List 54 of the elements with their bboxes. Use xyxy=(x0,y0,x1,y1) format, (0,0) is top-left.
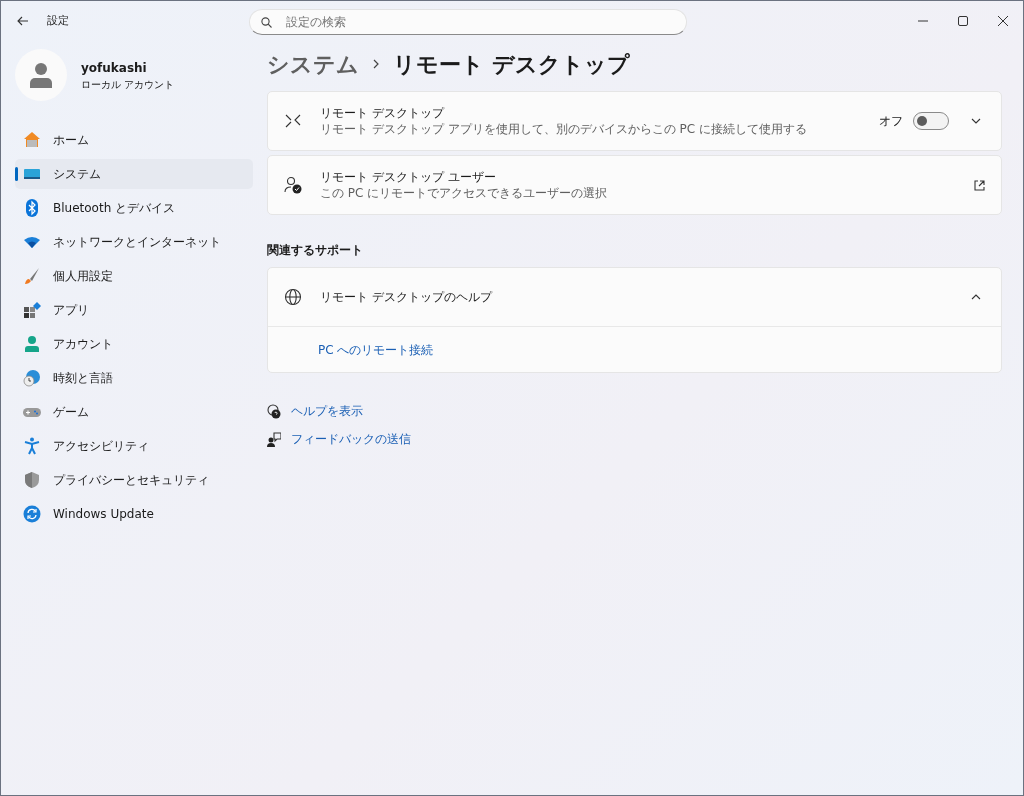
minimize-icon xyxy=(918,20,928,22)
sidebar-item[interactable]: アカウント xyxy=(15,329,253,359)
setting-card[interactable]: リモート デスクトップ リモート デスクトップ アプリを使用して、別のデバイスからこの PC に接続して使用する オフ xyxy=(267,91,1002,151)
setting-description: リモート デスクトップ アプリを使用して、別のデバイスからこの PC に接続して使用する xyxy=(320,122,808,138)
help-icon xyxy=(267,403,281,419)
globe-clock-icon xyxy=(23,369,41,387)
maximize-icon xyxy=(958,16,968,26)
user-check-icon xyxy=(284,176,302,194)
close-icon xyxy=(998,16,1008,26)
footer-link[interactable]: フィードバックの送信 xyxy=(291,430,411,448)
sidebar-item[interactable]: プライバシーとセキュリティ xyxy=(15,465,253,495)
avatar xyxy=(15,49,67,101)
toggle-switch[interactable] xyxy=(913,112,949,130)
paintbrush-icon xyxy=(23,267,41,285)
setting-title: リモート デスクトップ ユーザー xyxy=(320,169,497,187)
page-title: リモート デスクトップ xyxy=(393,50,630,79)
chevron-right-icon xyxy=(373,59,379,69)
sidebar-item[interactable]: ゲーム xyxy=(15,397,253,427)
sidebar-item[interactable]: ホーム xyxy=(15,125,253,155)
feedback-icon xyxy=(267,431,281,447)
breadcrumb-parent[interactable]: システム xyxy=(267,47,359,81)
accessibility-icon xyxy=(23,437,41,455)
sidebar-item[interactable]: Bluetooth とデバイス xyxy=(15,193,253,223)
search-field[interactable]: 設定の検索 xyxy=(249,9,687,35)
sidebar-item[interactable]: ネットワークとインターネット xyxy=(15,227,253,257)
setting-description: この PC にリモートでアクセスできるユーザーの選択 xyxy=(320,186,609,202)
user-name: yofukashi xyxy=(81,59,148,77)
sidebar-item[interactable]: システム xyxy=(15,159,253,189)
external-link-icon xyxy=(974,179,985,191)
apps-icon xyxy=(23,301,41,319)
sidebar-item[interactable]: アプリ xyxy=(15,295,253,325)
setting-title: リモート デスクトップ xyxy=(320,105,446,123)
chevron-down-icon xyxy=(971,118,981,124)
chevron-up-icon xyxy=(971,294,981,300)
sidebar-item[interactable]: 時刻と言語 xyxy=(15,363,253,393)
shield-icon xyxy=(23,471,41,489)
help-link[interactable]: PC へのリモート接続 xyxy=(318,340,434,359)
bluetooth-icon xyxy=(23,199,41,217)
globe-icon xyxy=(284,288,302,306)
remote-desktop-icon xyxy=(284,112,302,130)
sidebar-item[interactable]: 個人用設定 xyxy=(15,261,253,291)
sidebar-item[interactable]: アクセシビリティ xyxy=(15,431,253,461)
window-title: 設定 xyxy=(47,12,69,29)
home-icon xyxy=(23,131,41,149)
account-type: ローカル アカウント xyxy=(81,77,175,92)
refresh-icon xyxy=(23,505,41,523)
footer-link[interactable]: ヘルプを表示 xyxy=(291,402,363,420)
sidebar-item[interactable]: Windows Update xyxy=(15,499,253,529)
help-title: リモート デスクトップのヘルプ xyxy=(320,289,494,306)
setting-card[interactable]: リモート デスクトップ ユーザー この PC にリモートでアクセスできるユーザーの選択 xyxy=(267,155,1002,215)
toggle-state-label: オフ xyxy=(879,113,903,130)
person-icon xyxy=(23,335,41,353)
back-arrow-icon xyxy=(17,16,29,26)
section-heading: 関連するサポート xyxy=(267,242,364,259)
